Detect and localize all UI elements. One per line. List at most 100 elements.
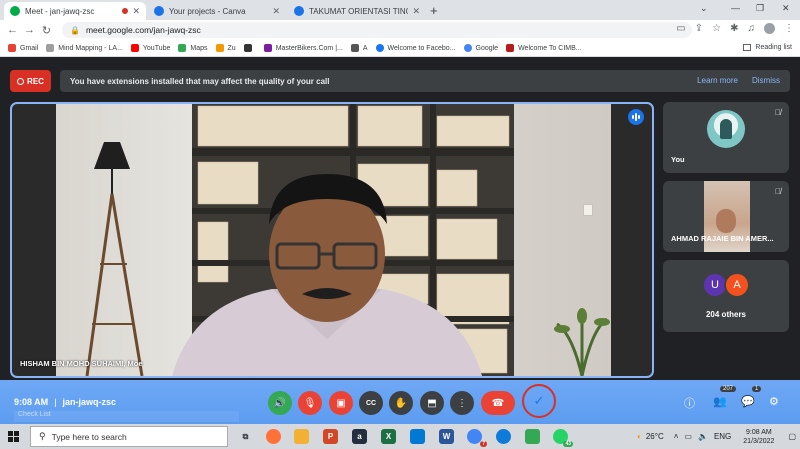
others-avatar-stack: U A <box>702 272 750 298</box>
tab-search-icon[interactable]: ⌄ <box>700 3 708 14</box>
activities-icon[interactable]: ⚙ <box>769 395 779 408</box>
close-icon[interactable]: ✕ <box>132 6 140 17</box>
restore-icon[interactable]: ❐ <box>756 3 764 14</box>
media-icon[interactable]: ♫ <box>748 23 756 34</box>
participant-tile-you[interactable]: 🎙̸ You <box>663 102 789 173</box>
more-vert-icon: ⋮ <box>457 397 467 409</box>
present-button[interactable]: ⬒ <box>420 391 444 415</box>
toolbar-icons: ▭ ⇪ ☆ ✱ ♫ ⋮ <box>676 23 794 34</box>
back-icon[interactable]: ← <box>4 24 21 36</box>
task-view-icon[interactable]: ⧉ <box>238 429 253 444</box>
edge-icon[interactable] <box>496 429 511 444</box>
language-label[interactable]: ENG <box>714 432 731 441</box>
url-field[interactable]: 🔒 meet.google.com/jan-jawq-zsc <box>62 22 692 38</box>
bookmark-label: Mind Mapping - LA... <box>58 44 123 52</box>
people-icon[interactable]: 👥 <box>713 395 727 408</box>
bookmark-label: Google <box>475 44 499 52</box>
checkmark-extension-button[interactable]: ✓ <box>522 384 556 418</box>
chrome-icon[interactable]: 7 <box>467 429 487 447</box>
audio-output-button[interactable]: 🔊 <box>268 391 292 415</box>
bookmark-star-icon[interactable]: ☆ <box>712 23 721 34</box>
avatar: A <box>724 272 750 298</box>
checklist-overlay[interactable]: Check List <box>14 411 239 422</box>
share-icon[interactable]: ⇪ <box>695 23 703 34</box>
tab-canva[interactable]: Your projects - Canva ✕ <box>148 2 286 20</box>
gmail-icon <box>8 44 16 52</box>
weather-temp[interactable]: 26°C <box>646 432 664 441</box>
extensions-icon[interactable]: ✱ <box>730 23 738 34</box>
notification-icon[interactable]: ▢ <box>788 432 796 441</box>
blogger-icon <box>215 44 224 52</box>
chrome-badge: 7 <box>480 441 487 447</box>
camera-permission-icon[interactable]: ▭ <box>676 23 685 34</box>
close-icon[interactable]: ✕ <box>412 6 420 17</box>
tab-label: TAKUMAT ORIENTASI TINGKATAN <box>309 6 408 16</box>
leave-call-button[interactable]: ☎ <box>481 391 515 415</box>
participant-tile-ahmad[interactable]: 🎙̸ AHMAD RAJAIE BIN AMER... <box>663 181 789 252</box>
powerpoint-icon[interactable]: P <box>323 429 338 444</box>
cimb-icon <box>506 44 515 52</box>
chat-icon[interactable]: 💬 <box>741 395 755 408</box>
reload-icon[interactable]: ↻ <box>38 24 55 37</box>
firefox-icon[interactable] <box>266 429 281 444</box>
start-button[interactable] <box>0 424 26 449</box>
canva-favicon-icon <box>154 6 164 16</box>
reading-list-button[interactable]: Reading list <box>743 44 792 51</box>
dismiss-button[interactable]: Dismiss <box>752 76 780 85</box>
bookmark-zu[interactable]: Zu <box>215 44 236 52</box>
learn-more-link[interactable]: Learn more <box>697 76 738 85</box>
tab-takumat[interactable]: TAKUMAT ORIENTASI TINGKATAN ✕ <box>288 2 426 20</box>
tab-meet[interactable]: Meet - jan-jawq-zsc ✕ <box>4 2 146 20</box>
close-window-icon[interactable]: ✕ <box>782 3 790 14</box>
whatsapp-icon[interactable]: 43 <box>553 429 573 447</box>
minimize-icon[interactable]: — <box>731 3 740 13</box>
bookmark-facebook[interactable]: Welcome to Facebo... <box>375 44 456 52</box>
bookmark-unnamed[interactable] <box>243 44 256 52</box>
bookmark-google[interactable]: Google <box>463 44 499 52</box>
close-icon[interactable]: ✕ <box>272 6 280 17</box>
photos-icon[interactable] <box>410 429 425 444</box>
word-icon[interactable]: W <box>439 429 454 444</box>
taskbar-clock[interactable]: 9:08 AM 21/3/2022 <box>743 428 774 446</box>
captions-button[interactable]: CC <box>359 391 383 415</box>
hang-up-icon: ☎ <box>491 397 505 409</box>
hand-icon: ✋ <box>394 397 408 409</box>
meet-app-icon[interactable] <box>525 429 540 444</box>
bookmark-label: Zu <box>227 44 236 52</box>
weather-icon[interactable]: ◐ <box>637 432 642 441</box>
profile-avatar[interactable] <box>764 23 775 34</box>
bookmark-masterbikers[interactable]: MasterBikers.Com |... <box>263 44 343 52</box>
bookmark-youtube[interactable]: YouTube <box>130 44 171 52</box>
excel-icon[interactable]: X <box>381 429 396 444</box>
bookmark-label: YouTube <box>142 44 171 52</box>
avatar <box>707 110 745 148</box>
tab-label: Meet - jan-jawq-zsc <box>25 6 95 16</box>
forward-icon[interactable]: → <box>21 24 38 36</box>
bookmark-gmail[interactable]: Gmail <box>8 44 38 52</box>
camera-toggle-button[interactable]: ▣ <box>329 391 353 415</box>
bookmark-mind-mapping[interactable]: Mind Mapping - LA... <box>46 44 123 52</box>
network-icon[interactable]: ▭ <box>684 432 692 441</box>
windows-logo-icon <box>7 431 19 442</box>
taskbar-search-input[interactable]: ⚲ Type here to search <box>30 426 228 447</box>
reading-list-icon <box>743 44 752 51</box>
more-options-button[interactable]: ⋮ <box>450 391 474 415</box>
new-tab-button[interactable]: + <box>430 3 438 18</box>
mic-toggle-button[interactable]: 🎙 <box>298 391 322 415</box>
speaking-indicator-icon <box>628 109 644 125</box>
url-text: meet.google.com/jan-jawq-zsc <box>85 25 201 35</box>
tray-expand-icon[interactable]: ˄ <box>674 432 679 441</box>
volume-icon[interactable]: 🔈 <box>698 432 708 441</box>
raise-hand-button[interactable]: ✋ <box>389 391 413 415</box>
meeting-details-icon[interactable]: ⓘ <box>684 395 695 411</box>
bookmark-a[interactable]: A <box>350 44 368 52</box>
file-explorer-icon[interactable] <box>294 429 309 444</box>
bookmark-maps[interactable]: Maps <box>178 44 208 52</box>
video-wall-switch <box>583 204 593 216</box>
bookmark-cimb[interactable]: Welcome To CIMB... <box>506 44 582 52</box>
amazon-icon[interactable]: a <box>352 429 367 444</box>
menu-icon[interactable]: ⋮ <box>784 23 794 34</box>
participant-name: You <box>671 155 685 164</box>
main-speaker-tile[interactable]: HISHAM BIN MOHD SUHAIMI, Moe <box>10 102 654 378</box>
participant-tile-others[interactable]: U A 204 others <box>663 260 789 332</box>
